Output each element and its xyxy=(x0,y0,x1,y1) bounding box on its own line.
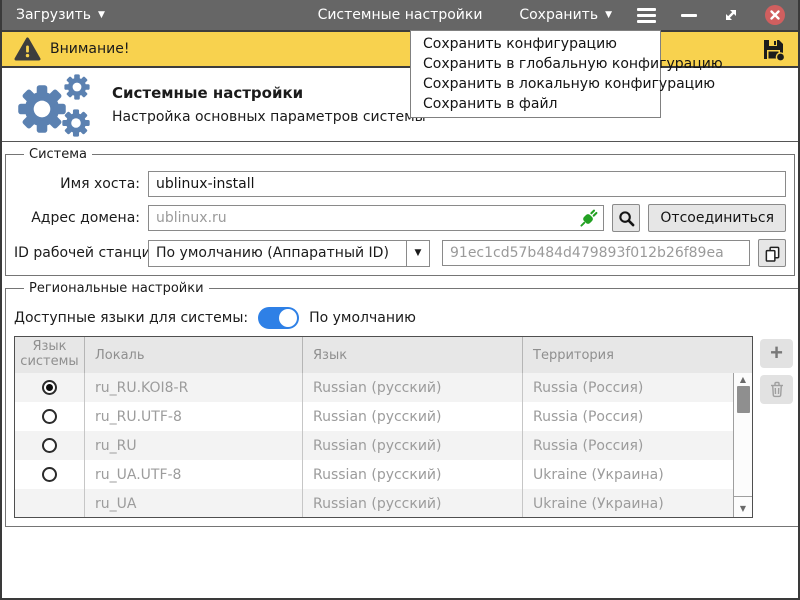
search-domain-button[interactable] xyxy=(612,204,640,232)
station-id-value-field[interactable] xyxy=(442,240,750,266)
close-icon xyxy=(770,10,780,20)
warning-icon xyxy=(14,37,41,61)
radio-button[interactable] xyxy=(42,409,57,424)
table-row[interactable]: ru_RU.UTF-8Russian (русский)Russia (Росс… xyxy=(15,402,752,431)
chevron-down-icon: ▼ xyxy=(98,11,105,20)
cell-language: Russian (русский) xyxy=(303,402,523,431)
cell-system-language xyxy=(15,489,85,518)
languages-toggle[interactable] xyxy=(258,307,299,329)
save-menu-item[interactable]: Сохранить в локальную конфигурацию xyxy=(411,74,660,94)
cell-language: Russian (русский) xyxy=(303,489,523,518)
table-header-row: Язык системы Локаль Язык Территория xyxy=(15,337,752,373)
radio-button[interactable] xyxy=(42,467,57,482)
cell-territory: Ukraine (Украина) xyxy=(523,460,752,489)
column-header-territory: Территория xyxy=(523,337,752,373)
cell-system-language xyxy=(15,402,85,431)
languages-label: Доступные языки для системы: xyxy=(14,310,248,326)
copy-icon xyxy=(764,245,781,262)
cell-locale: ru_UA xyxy=(85,489,303,518)
hostname-label: Имя хоста: xyxy=(14,176,140,192)
chevron-down-icon: ▼ xyxy=(605,11,612,20)
scroll-down-button[interactable]: ▼ xyxy=(734,496,752,517)
delete-locale-button[interactable] xyxy=(760,375,793,404)
cell-system-language xyxy=(15,431,85,460)
domain-input[interactable] xyxy=(148,205,604,231)
toggle-knob xyxy=(279,309,297,327)
column-header-language: Язык xyxy=(303,337,523,373)
page-subtitle: Настройка основных параметров системы xyxy=(112,109,426,125)
languages-row: Доступные языки для системы: По умолчани… xyxy=(14,307,793,329)
save-menu-label: Сохранить xyxy=(519,7,598,23)
cell-system-language xyxy=(15,460,85,489)
titlebar-controls: Сохранить ▼ xyxy=(519,0,798,30)
disconnect-button[interactable]: Отсоединиться xyxy=(648,204,786,232)
toggle-state-label: По умолчанию xyxy=(309,310,416,326)
regional-legend: Региональные настройки xyxy=(24,281,209,296)
locales-table: Язык системы Локаль Язык Территория ru_R… xyxy=(14,336,753,518)
copy-id-button[interactable] xyxy=(758,239,786,267)
station-id-mode-value: По умолчанию (Аппаратный ID) xyxy=(149,241,406,266)
column-header-system-language: Язык системы xyxy=(15,337,85,373)
window-title: Системные настройки xyxy=(318,7,483,23)
warning-label: Внимание! xyxy=(50,41,129,57)
table-row[interactable]: ru_UA.UTF-8Russian (русский)Ukraine (Укр… xyxy=(15,460,752,489)
search-icon xyxy=(618,210,635,227)
hostname-input[interactable] xyxy=(148,171,786,197)
save-menu-item[interactable]: Сохранить в глобальную конфигурацию xyxy=(411,54,660,74)
station-id-label: ID рабочей станции: xyxy=(14,245,140,261)
system-legend: Система xyxy=(24,147,92,162)
save-menu-item[interactable]: Сохранить конфигурацию xyxy=(411,34,660,54)
table-scrollbar[interactable]: ▲ ▼ xyxy=(733,373,752,517)
maximize-icon[interactable] xyxy=(722,6,740,24)
table-body: ru_RU.KOI8-RRussian (русский)Russia (Рос… xyxy=(15,373,752,518)
table-row[interactable]: ru_RU.KOI8-RRussian (русский)Russia (Рос… xyxy=(15,373,752,402)
station-id-row: ID рабочей станции: По умолчанию (Аппара… xyxy=(14,239,786,267)
hostname-row: Имя хоста: xyxy=(14,171,786,197)
save-menu-button[interactable]: Сохранить ▼ xyxy=(519,7,612,23)
page-title: Системные настройки xyxy=(112,84,426,102)
locales-table-area: Язык системы Локаль Язык Территория ru_R… xyxy=(14,336,793,518)
scroll-down-icon: ▼ xyxy=(740,501,746,515)
radio-button[interactable] xyxy=(42,438,57,453)
cell-territory: Russia (Россия) xyxy=(523,431,752,460)
save-menu-item[interactable]: Сохранить в файл xyxy=(411,94,660,114)
save-dropdown-menu: Сохранить конфигурациюСохранить в глобал… xyxy=(410,30,661,118)
add-locale-button[interactable]: + xyxy=(760,339,793,368)
table-row[interactable]: ru_RURussian (русский)Russia (Россия) xyxy=(15,431,752,460)
table-toolbar: + xyxy=(760,336,793,404)
cell-territory: Russia (Россия) xyxy=(523,402,752,431)
close-button[interactable] xyxy=(765,5,785,25)
cell-language: Russian (русский) xyxy=(303,460,523,489)
plug-connected-icon xyxy=(579,209,598,228)
gears-icon xyxy=(12,73,104,137)
cell-locale: ru_UA.UTF-8 xyxy=(85,460,303,489)
minimize-button[interactable] xyxy=(681,14,697,17)
scroll-up-icon[interactable]: ▲ xyxy=(740,373,746,386)
radio-button[interactable] xyxy=(42,380,57,395)
load-menu-button[interactable]: Загрузить ▼ xyxy=(2,0,119,30)
system-section: Система Имя хоста: Адрес домена: xyxy=(5,147,795,276)
domain-label: Адрес домена: xyxy=(14,210,140,226)
cell-system-language xyxy=(15,373,85,402)
cell-territory: Russia (Россия) xyxy=(523,373,752,402)
trash-icon xyxy=(769,381,785,398)
load-menu-label: Загрузить xyxy=(16,7,91,23)
system-settings-window: Загрузить ▼ Системные настройки Сохранит… xyxy=(0,0,800,600)
save-protected-icon[interactable] xyxy=(761,37,786,62)
cell-language: Russian (русский) xyxy=(303,373,523,402)
scrollbar-thumb[interactable] xyxy=(737,386,750,413)
titlebar: Загрузить ▼ Системные настройки Сохранит… xyxy=(2,0,798,30)
cell-language: Russian (русский) xyxy=(303,431,523,460)
chevron-down-icon: ▼ xyxy=(406,241,429,266)
cell-locale: ru_RU xyxy=(85,431,303,460)
table-row[interactable]: ru_UARussian (русский)Ukraine (Украина) xyxy=(15,489,752,518)
cell-locale: ru_RU.KOI8-R xyxy=(85,373,303,402)
station-id-mode-select[interactable]: По умолчанию (Аппаратный ID) ▼ xyxy=(148,240,430,267)
cell-territory: Ukraine (Украина) xyxy=(523,489,752,518)
regional-section: Региональные настройки Доступные языки д… xyxy=(5,281,800,527)
hamburger-menu-icon[interactable] xyxy=(637,8,656,23)
cell-locale: ru_RU.UTF-8 xyxy=(85,402,303,431)
domain-row: Адрес домена: Отсоединить xyxy=(14,204,786,232)
column-header-locale: Локаль xyxy=(85,337,303,373)
